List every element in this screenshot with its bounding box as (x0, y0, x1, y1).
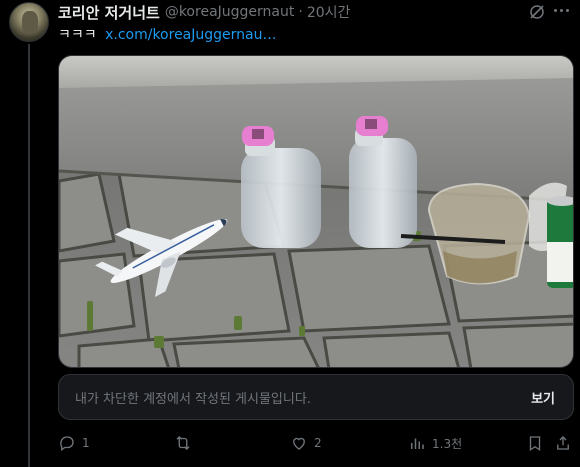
tweet-link[interactable]: x.com/koreaJuggernau… (105, 27, 276, 43)
bookmark-button[interactable] (526, 434, 544, 452)
tweet-header: 코리안 저거너트 @koreaJuggernaut · 20시간 (58, 2, 350, 22)
avatar[interactable] (9, 2, 49, 42)
separator-dot: · (298, 4, 303, 20)
views-button[interactable]: 1.3천 (408, 434, 462, 452)
like-count: 2 (314, 436, 322, 450)
bookmark-icon (529, 436, 541, 452)
retweet-button[interactable] (174, 434, 192, 452)
tweet-photo[interactable] (58, 55, 574, 368)
like-button[interactable]: 2 (290, 434, 322, 452)
more-icon[interactable] (554, 9, 572, 15)
tweet-text: ㅋㅋㅋ x.com/koreaJuggernau… (58, 24, 276, 44)
reply-button[interactable]: 1 (58, 434, 90, 452)
grok-icon[interactable] (528, 3, 546, 21)
blocked-notice-text: 내가 차단한 계정에서 작성된 게시물입니다. (75, 391, 311, 407)
reply-count: 1 (82, 436, 90, 450)
tweet-body: ㅋㅋㅋ (58, 27, 97, 43)
author-name[interactable]: 코리안 저거너트 (58, 2, 160, 23)
reply-icon (60, 436, 74, 452)
like-icon (293, 437, 305, 450)
views-count: 1.3천 (432, 436, 463, 451)
retweet-icon (176, 436, 190, 450)
share-icon (557, 436, 569, 450)
tweet-time[interactable]: 20시간 (307, 2, 351, 22)
views-icon (411, 438, 424, 449)
thread-line (28, 44, 30, 467)
view-button[interactable]: 보기 (531, 388, 555, 407)
action-bar: 1 2 1.3천 (58, 434, 574, 454)
blocked-notice: 내가 차단한 계정에서 작성된 게시물입니다. 보기 (58, 374, 574, 420)
share-button[interactable] (554, 434, 572, 452)
author-handle[interactable]: @koreaJuggernaut (165, 4, 295, 20)
